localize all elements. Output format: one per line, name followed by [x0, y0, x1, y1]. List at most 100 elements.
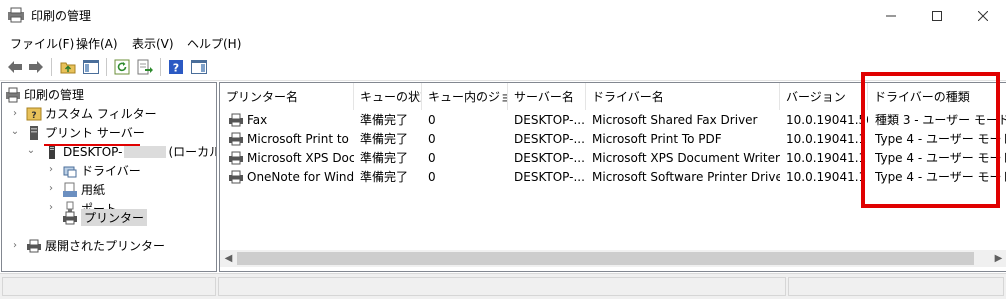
tree-label-root: 印刷の管理	[24, 88, 85, 102]
scroll-right-arrow-icon[interactable]: ▶	[990, 250, 1006, 267]
column-header-driver-type[interactable]: ドライバーの種類	[868, 83, 1006, 110]
cell-version: 10.0.19041.508	[786, 112, 868, 127]
chevron-down-icon[interactable]: ⌄	[26, 146, 36, 156]
tree-item-forms[interactable]: 用紙	[62, 180, 105, 199]
column-header-printer-name[interactable]: プリンター名	[220, 83, 354, 110]
cell-driver-type: Type 4 - ユーザー モード	[875, 151, 1006, 165]
menu-help[interactable]: ヘルプ(H)	[187, 35, 241, 52]
red-underline-annotation	[44, 144, 140, 146]
cell-jobs: 0	[428, 169, 436, 184]
cell-driver-type: Type 4 - ユーザー モード	[875, 170, 1006, 184]
export-list-icon[interactable]	[135, 57, 155, 77]
driver-icon	[63, 166, 77, 177]
toolbar-separator	[106, 58, 107, 76]
maximize-button[interactable]	[914, 0, 960, 31]
column-header-driver[interactable]: ドライバー名	[586, 83, 780, 110]
cell-server: DESKTOP-...	[514, 150, 584, 165]
cell-printer-name: OneNote for Wind...	[247, 169, 354, 184]
printer-icon	[229, 170, 243, 183]
help-icon[interactable]: ?	[166, 57, 186, 77]
minimize-button[interactable]	[868, 0, 914, 31]
navigation-tree: 印刷の管理 › ? カスタム フィルター ⌄ プリント サーバー ⌄ DESKT…	[1, 82, 217, 272]
title-bar: 印刷の管理	[0, 0, 1006, 31]
toolbar-separator	[51, 58, 52, 76]
toolbar-separator	[160, 58, 161, 76]
printer-icon	[229, 132, 243, 145]
horizontal-scrollbar[interactable]: ◀ ▶	[220, 250, 1006, 267]
cell-printer-name: Microsoft Print to ...	[247, 131, 354, 146]
menu-action[interactable]: 操作(A)	[76, 35, 118, 52]
cell-driver: Microsoft Shared Fax Driver	[592, 112, 758, 127]
status-segment	[788, 277, 1004, 296]
server-name-prefix: DESKTOP-	[63, 144, 123, 159]
table-row[interactable]: Fax	[224, 110, 354, 129]
print-management-icon	[8, 7, 24, 23]
column-header-jobs[interactable]: キュー内のジョブ	[422, 83, 508, 110]
properties-pane-icon[interactable]	[189, 57, 209, 77]
tree-item-printers[interactable]: プリンター	[62, 208, 148, 227]
filter-folder-icon: ?	[26, 107, 42, 121]
printer-icon	[229, 151, 243, 164]
cell-status: 準備完了	[360, 113, 409, 127]
cell-driver-type: 種類 3 - ユーザー モード	[875, 113, 1006, 127]
cell-printer-name: Fax	[247, 112, 268, 127]
table-row[interactable]: OneNote for Wind...	[224, 167, 354, 186]
column-header-server[interactable]: サーバー名	[508, 83, 586, 110]
table-row[interactable]: Microsoft Print to ...	[224, 129, 354, 148]
cell-server: DESKTOP-...	[514, 169, 584, 184]
tree-label-drivers: ドライバー	[81, 164, 141, 178]
menu-file[interactable]: ファイル(F)	[10, 35, 74, 52]
tree-item-custom-filters[interactable]: ? カスタム フィルター	[26, 104, 157, 123]
chevron-right-icon[interactable]: ›	[10, 241, 20, 251]
table-row[interactable]: Microsoft XPS Doc...	[224, 148, 354, 167]
deployed-printer-icon	[27, 239, 41, 252]
column-header-queue-status[interactable]: キューの状態	[354, 83, 422, 110]
tree-label-custom-filters: カスタム フィルター	[45, 107, 157, 121]
forms-icon	[63, 182, 77, 197]
chevron-right-icon[interactable]: ›	[10, 109, 20, 119]
tree-label-forms: 用紙	[81, 183, 106, 197]
cell-version: 10.0.19041.1	[786, 150, 867, 165]
scrollbar-thumb[interactable]	[237, 252, 974, 265]
cell-server: DESKTOP-...	[514, 112, 584, 127]
scroll-left-arrow-icon[interactable]: ◀	[220, 250, 237, 267]
chevron-right-icon[interactable]: ›	[46, 203, 56, 213]
cell-driver-type: Type 4 - ユーザー モード	[875, 132, 1006, 146]
cell-status: 準備完了	[360, 151, 409, 165]
toolbar: ?	[0, 53, 1006, 81]
cell-driver: Microsoft XPS Document Writer v4	[592, 150, 780, 165]
cell-version: 10.0.19041.1	[786, 131, 867, 146]
tree-label-deployed: 展開されたプリンター	[45, 239, 166, 253]
server-name-suffix: (ローカル)	[168, 145, 216, 159]
printer-icon	[63, 211, 77, 224]
menu-bar: ファイル(F) 操作(A) 表示(V) ヘルプ(H)	[0, 31, 1006, 53]
chevron-down-icon[interactable]: ⌄	[10, 127, 20, 137]
cell-driver: Microsoft Print To PDF	[592, 131, 722, 146]
tree-item-print-servers[interactable]: プリント サーバー	[26, 123, 145, 142]
tree-item-deployed-printers[interactable]: 展開されたプリンター	[26, 236, 165, 255]
forward-arrow-icon[interactable]	[26, 57, 46, 77]
redacted-server-name	[124, 145, 167, 158]
chevron-right-icon[interactable]: ›	[46, 165, 56, 175]
tree-item-root[interactable]: 印刷の管理	[5, 85, 84, 104]
cell-status: 準備完了	[360, 132, 409, 146]
refresh-icon[interactable]	[112, 57, 132, 77]
cell-status: 準備完了	[360, 170, 409, 184]
svg-text:?: ?	[31, 111, 36, 121]
tree-label-printers: プリンター	[81, 209, 148, 226]
up-folder-icon[interactable]	[58, 57, 78, 77]
cell-printer-name: Microsoft XPS Doc...	[247, 150, 354, 165]
close-button[interactable]	[960, 0, 1006, 31]
window-title: 印刷の管理	[31, 9, 92, 23]
status-bar	[0, 273, 1006, 299]
chevron-right-icon[interactable]: ›	[46, 184, 56, 194]
show-hide-tree-icon[interactable]	[81, 57, 101, 77]
menu-view[interactable]: 表示(V)	[132, 35, 174, 52]
cell-jobs: 0	[428, 150, 436, 165]
status-segment	[2, 277, 216, 296]
column-header-version[interactable]: バージョン	[780, 83, 868, 110]
tree-item-drivers[interactable]: ドライバー	[62, 161, 141, 180]
cell-jobs: 0	[428, 112, 436, 127]
tree-label-print-servers: プリント サーバー	[45, 126, 145, 140]
back-arrow-icon[interactable]	[5, 57, 25, 77]
